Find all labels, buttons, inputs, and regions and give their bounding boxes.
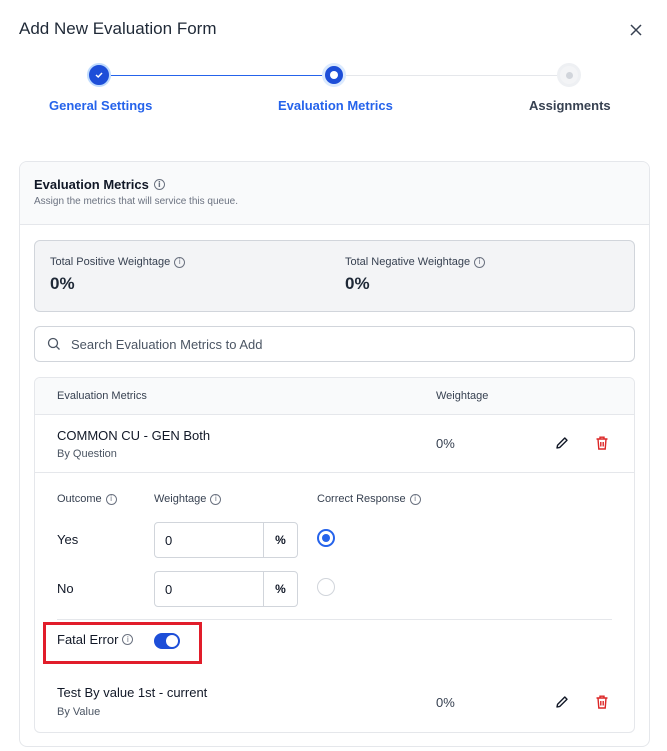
section-subtitle: Assign the metrics that will service thi… xyxy=(34,196,238,207)
metric-type: By Value xyxy=(57,706,101,718)
metric-outcome-detail: Outcome i Weightage i Correct Response i… xyxy=(35,472,634,673)
metric-weightage: 0% xyxy=(436,695,455,710)
info-icon[interactable]: i xyxy=(174,256,186,268)
trash-icon[interactable] xyxy=(595,435,609,451)
table-row[interactable]: COMMON CU - GEN Both By Question 0% xyxy=(35,415,634,472)
weightage-summary: Total Positive Weightage i 0% Total Nega… xyxy=(34,240,635,312)
table-header: Evaluation Metrics Weightage xyxy=(35,378,634,415)
table-row[interactable]: Test By value 1st - current By Value 0% xyxy=(35,673,634,732)
metric-weightage: 0% xyxy=(436,436,455,451)
check-icon xyxy=(95,72,103,79)
negative-weightage-label-text: Total Negative Weightage xyxy=(345,256,471,268)
step-connector-completed xyxy=(110,75,324,76)
fatal-error-label: Fatal Error i xyxy=(57,632,134,647)
column-header-weightage: Weightage xyxy=(436,390,489,402)
card-header: Evaluation Metrics i Assign the metrics … xyxy=(20,162,649,225)
info-icon[interactable]: i xyxy=(474,256,486,268)
metric-name: COMMON CU - GEN Both xyxy=(57,428,211,443)
fatal-error-toggle[interactable] xyxy=(154,633,180,649)
weightage-input-yes[interactable]: % xyxy=(154,522,298,558)
outcome-label: Outcome i xyxy=(57,493,117,505)
correct-response-label-text: Correct Response xyxy=(317,493,406,505)
search-field[interactable] xyxy=(34,326,635,362)
step-label-evaluation-metrics[interactable]: Evaluation Metrics xyxy=(278,98,393,113)
edit-icon[interactable] xyxy=(554,435,570,451)
weightage-value-yes[interactable] xyxy=(155,523,263,557)
fatal-error-label-text: Fatal Error xyxy=(57,632,119,647)
column-header-metrics: Evaluation Metrics xyxy=(57,390,147,402)
metric-type: By Question xyxy=(57,448,117,460)
percent-suffix: % xyxy=(263,572,297,606)
negative-weightage-value: 0% xyxy=(345,274,370,293)
correct-response-label: Correct Response i xyxy=(317,493,421,505)
search-icon xyxy=(47,337,60,350)
evaluation-metrics-card: Evaluation Metrics i Assign the metrics … xyxy=(19,161,650,747)
positive-weightage-value: 0% xyxy=(50,274,75,293)
step-general-settings-indicator[interactable] xyxy=(87,63,111,87)
step-assignments-indicator[interactable] xyxy=(557,63,581,87)
info-icon[interactable]: i xyxy=(409,493,421,505)
weightage-label-text: Weightage xyxy=(154,493,207,505)
divider xyxy=(57,619,612,620)
edit-icon[interactable] xyxy=(554,694,570,710)
negative-weightage-label: Total Negative Weightage i xyxy=(345,256,486,268)
step-label-assignments[interactable]: Assignments xyxy=(529,98,611,113)
positive-weightage-label: Total Positive Weightage i xyxy=(50,256,186,268)
search-input[interactable] xyxy=(71,336,591,352)
weightage-value-no[interactable] xyxy=(155,572,263,606)
outcome-yes: Yes xyxy=(57,532,79,547)
step-label-general-settings[interactable]: General Settings xyxy=(49,98,152,113)
step-evaluation-metrics-indicator[interactable] xyxy=(322,63,346,87)
trash-icon[interactable] xyxy=(595,694,609,710)
correct-response-radio-yes[interactable] xyxy=(317,529,335,547)
section-title: Evaluation Metrics i xyxy=(34,177,635,192)
positive-weightage-label-text: Total Positive Weightage xyxy=(50,256,171,268)
percent-suffix: % xyxy=(263,523,297,557)
section-title-text: Evaluation Metrics xyxy=(34,177,149,192)
step-connector-pending xyxy=(346,75,560,76)
weightage-input-no[interactable]: % xyxy=(154,571,298,607)
weightage-label: Weightage i xyxy=(154,493,222,505)
close-icon[interactable] xyxy=(628,22,644,38)
metric-name: Test By value 1st - current xyxy=(57,685,208,700)
outcome-label-text: Outcome xyxy=(57,493,102,505)
info-icon[interactable]: i xyxy=(153,179,165,190)
outcome-no: No xyxy=(57,581,74,596)
info-icon[interactable]: i xyxy=(122,634,134,645)
modal-title: Add New Evaluation Form xyxy=(19,19,217,38)
info-icon[interactable]: i xyxy=(210,493,222,505)
info-icon[interactable]: i xyxy=(105,493,117,505)
metrics-table: Evaluation Metrics Weightage COMMON CU -… xyxy=(34,377,635,733)
correct-response-radio-no[interactable] xyxy=(317,578,335,596)
